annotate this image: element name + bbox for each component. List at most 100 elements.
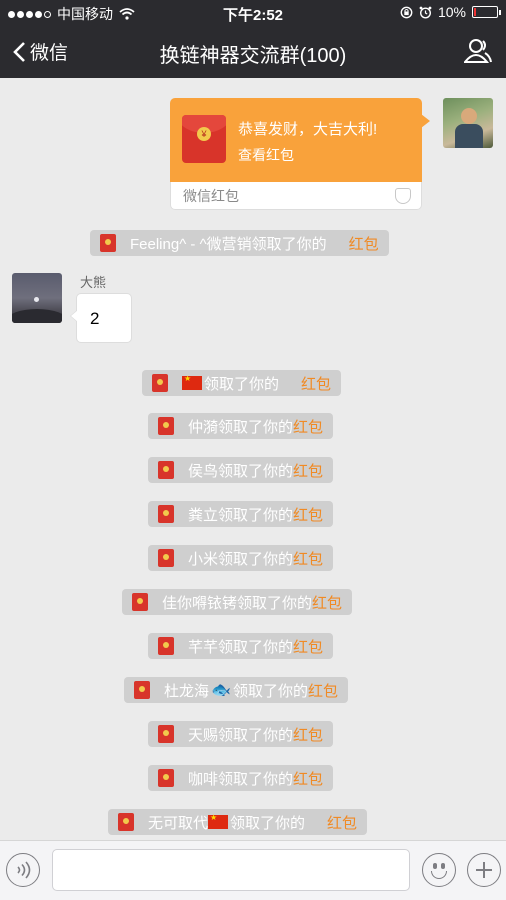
- mini-red-packet-icon: [134, 681, 150, 699]
- group-profile-icon: [462, 39, 492, 63]
- input-bar: [0, 840, 506, 900]
- mini-red-packet-icon: [158, 549, 174, 567]
- notice-name: 咖啡: [188, 770, 219, 788]
- notice-suffix: 领取了你的: [218, 638, 294, 656]
- notice-suffix: 领取了你的: [218, 506, 294, 524]
- mini-red-packet-icon: [100, 234, 116, 252]
- notice-link[interactable]: 红包: [308, 680, 338, 701]
- page-title: 换链神器交流群(100): [159, 45, 347, 67]
- mini-red-packet-icon: [152, 374, 168, 392]
- sender-name: 大熊: [80, 275, 107, 290]
- emoji-eye-right: [441, 863, 445, 869]
- mini-red-packet-icon: [158, 461, 174, 479]
- avatar-face: [461, 108, 477, 124]
- voice-button[interactable]: [6, 853, 40, 887]
- notice-suffix: 领取了你的: [230, 814, 306, 832]
- china-flag-icon: [208, 813, 229, 829]
- notice-suffix: 领取了你的: [218, 726, 294, 744]
- notice-link[interactable]: 红包: [293, 460, 323, 481]
- notice-name: 杜龙海: [164, 682, 210, 700]
- mini-red-packet-icon: [118, 813, 134, 831]
- red-packet-notice[interactable]: 咖啡 领取了你的 红包: [148, 765, 334, 791]
- notice-name: 仲漪: [188, 418, 219, 436]
- bubble-tail: [421, 114, 430, 128]
- avatar-hill: [12, 309, 62, 323]
- battery-icon: [472, 6, 501, 18]
- avatar-body: [455, 124, 483, 148]
- group-profile-button[interactable]: [462, 38, 492, 69]
- mini-red-packet-icon: [158, 725, 174, 743]
- alarm-icon: [419, 6, 432, 19]
- coin-icon: ¥: [197, 127, 211, 141]
- sender-avatar[interactable]: [12, 273, 62, 323]
- mini-red-packet-icon: [158, 637, 174, 655]
- red-packet-greeting: 恭喜发财，大吉大利!: [238, 121, 378, 138]
- notice-name: 天赐: [188, 726, 219, 744]
- red-packet-notice[interactable]: 无可取代 领取了你的 红包: [108, 809, 368, 835]
- message-input[interactable]: [52, 849, 410, 891]
- notice-link[interactable]: 红包: [293, 548, 323, 569]
- emoji-mouth: [431, 871, 447, 879]
- notice-name: 小米: [188, 550, 219, 568]
- battery-fill: [474, 8, 476, 16]
- message-bubble[interactable]: 2: [70, 293, 132, 343]
- notice-suffix: 领取了你的: [232, 682, 308, 700]
- red-packet-notice[interactable]: 天赐 领取了你的 红包: [148, 721, 334, 747]
- mini-red-packet-icon: [158, 417, 174, 435]
- red-envelope-icon: ¥: [182, 115, 226, 163]
- notice-link[interactable]: 红包: [293, 724, 323, 745]
- mini-red-packet-icon: [132, 593, 148, 611]
- notice-link[interactable]: 红包: [301, 373, 331, 394]
- notice-suffix: 领取了你的: [218, 770, 294, 788]
- emoji-eye-left: [433, 863, 437, 869]
- red-packet-notice[interactable]: 芊芊 领取了你的 红包: [148, 633, 334, 659]
- notice-link[interactable]: 红包: [293, 416, 323, 437]
- notice-name: Feeling^ - ^微营销: [130, 235, 252, 253]
- plus-button[interactable]: [467, 853, 501, 887]
- moon-icon: [34, 297, 39, 302]
- red-packet-notice[interactable]: 粪立 领取了你的 红包: [148, 501, 334, 527]
- red-packet-notice[interactable]: 小米 领取了你的 红包: [148, 545, 334, 571]
- china-flag-icon: [182, 374, 202, 390]
- notice-name: 无可取代: [148, 814, 209, 832]
- notice-name: 侯鸟: [188, 462, 219, 480]
- emoji-button[interactable]: [422, 853, 456, 887]
- chat-area[interactable]: ¥ 恭喜发财，大吉大利! 查看红包 微信红包 Feeling^ - ^微营销 领…: [0, 78, 506, 840]
- battery-percent: 10%: [437, 4, 466, 20]
- notice-suffix: 领取了你的: [204, 375, 280, 393]
- fish-emoji-icon: 🐟: [211, 682, 231, 699]
- notice-suffix: 领取了你的: [218, 462, 294, 480]
- voice-icon: [17, 861, 31, 879]
- red-packet-notice[interactable]: 杜龙海 🐟 领取了你的 红包: [124, 677, 348, 703]
- notice-suffix: 领取了你的: [251, 235, 327, 253]
- notice-name: 芊芊: [188, 638, 219, 656]
- red-packet-notice[interactable]: 侯鸟 领取了你的 红包: [148, 457, 334, 483]
- mini-red-packet-icon: [158, 769, 174, 787]
- status-bar: 中国移动 下午2:52 10%: [0, 0, 506, 26]
- notice-link[interactable]: 红包: [293, 504, 323, 525]
- notice-link[interactable]: 红包: [293, 768, 323, 789]
- notice-link[interactable]: 红包: [293, 636, 323, 657]
- shield-icon: [395, 188, 411, 204]
- red-packet-view-label: 查看红包: [238, 147, 294, 163]
- red-packet-notice[interactable]: 领取了你的 红包: [142, 370, 342, 396]
- notice-link[interactable]: 红包: [349, 233, 379, 254]
- red-packet-footer: 微信红包: [170, 182, 422, 210]
- red-packet-footer-label: 微信红包: [183, 188, 239, 204]
- notice-suffix: 领取了你的: [218, 418, 294, 436]
- mini-red-packet-icon: [158, 505, 174, 523]
- first-notice[interactable]: Feeling^ - ^微营销 领取了你的 红包: [90, 230, 389, 256]
- notice-name: 佳你嘚铱铐: [162, 594, 238, 612]
- notice-suffix: 领取了你的: [237, 594, 313, 612]
- red-packet-message[interactable]: ¥ 恭喜发财，大吉大利! 查看红包 微信红包: [170, 98, 422, 210]
- red-packet-notice[interactable]: 佳你嘚铱铐 领取了你的 红包: [122, 589, 353, 615]
- notice-name: 粪立: [188, 506, 219, 524]
- my-avatar[interactable]: [443, 98, 493, 148]
- status-right: 10%: [400, 4, 501, 20]
- red-packet-notice[interactable]: 仲漪 领取了你的 红包: [148, 413, 334, 439]
- notice-suffix: 领取了你的: [218, 550, 294, 568]
- red-packet-body: ¥ 恭喜发财，大吉大利! 查看红包: [170, 98, 422, 182]
- rotation-lock-icon: [400, 6, 413, 18]
- notice-link[interactable]: 红包: [327, 812, 357, 833]
- notice-link[interactable]: 红包: [312, 592, 342, 613]
